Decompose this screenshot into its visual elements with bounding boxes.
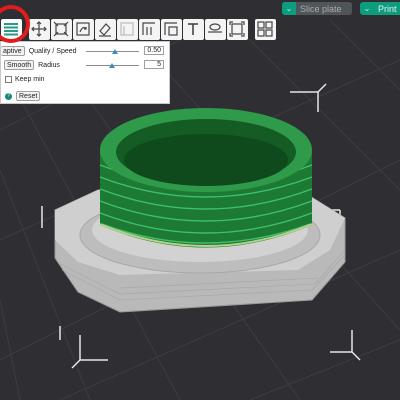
reset-label: Reset [19, 92, 38, 100]
smooth-label: Smooth [7, 61, 32, 69]
fuzzy-skin-button[interactable] [160, 18, 182, 40]
fuzzy-skin-icon [164, 22, 178, 36]
keep-min-label: Keep min [15, 75, 45, 83]
move-icon [31, 21, 47, 37]
variable-layer-height-panel: aptive Quality / Speed 0.50 Smooth Radiu… [0, 41, 170, 104]
brim-ears-icon [208, 23, 222, 33]
variable-layer-height-icon [4, 23, 18, 36]
scale-button[interactable] [50, 18, 72, 40]
measure-button[interactable] [226, 18, 248, 40]
quality-speed-label: Quality / Speed [28, 47, 77, 55]
gizmo-toolbar [0, 14, 365, 44]
support-paint-button[interactable] [116, 18, 138, 40]
adaptive-button[interactable]: aptive [1, 46, 25, 56]
smooth-button[interactable]: Smooth [4, 60, 35, 70]
measure-icon [229, 21, 245, 37]
move-button[interactable] [28, 18, 50, 40]
radius-label: Radius [38, 61, 60, 69]
text-emboss-icon [188, 23, 198, 35]
assembly-icon [257, 21, 273, 37]
quality-speed-slider-thumb[interactable] [112, 49, 118, 54]
slice-plate-label: Slice plate [300, 3, 342, 14]
assembly-button[interactable] [254, 18, 276, 40]
text-emboss-button[interactable] [182, 18, 204, 40]
radius-slider-thumb[interactable] [109, 63, 115, 68]
reset-button[interactable]: Reset [16, 91, 41, 101]
support-paint-icon [120, 22, 134, 36]
radius-value[interactable]: 5 [144, 60, 164, 69]
seam-paint-icon [142, 22, 155, 35]
scale-icon [53, 21, 69, 37]
print-label: Print [378, 3, 397, 14]
rotate-button[interactable] [72, 18, 94, 40]
help-icon[interactable]: ? [5, 92, 12, 100]
quality-speed-value[interactable]: 0.50 [144, 46, 164, 55]
seam-paint-button[interactable] [138, 18, 160, 40]
brim-ears-button[interactable] [204, 18, 226, 40]
paint-brush-button[interactable] [94, 18, 116, 40]
paint-brush-icon [99, 23, 111, 37]
keep-min-checkbox[interactable] [5, 75, 12, 83]
hex-nut-model[interactable] [54, 108, 346, 313]
print-button[interactable]: ⌄ Print [360, 2, 400, 15]
rotate-icon [76, 22, 90, 36]
variable-layer-height-button[interactable] [0, 18, 22, 40]
adaptive-label: aptive [3, 47, 22, 55]
